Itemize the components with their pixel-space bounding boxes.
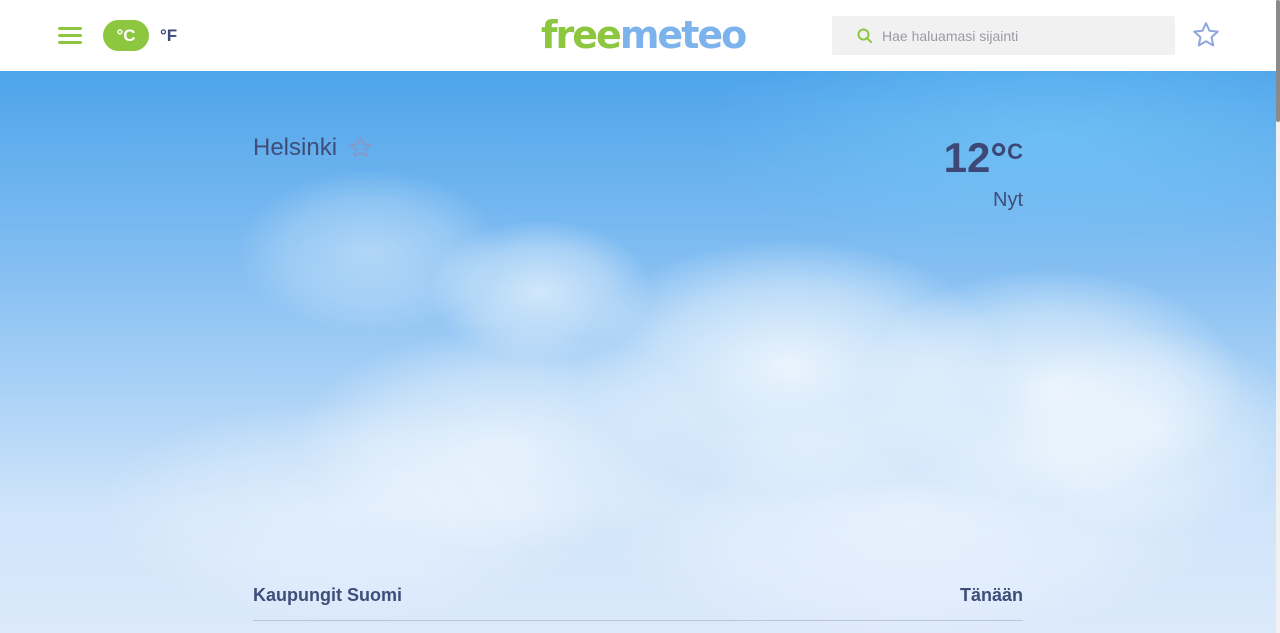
logo-text-free: free [541, 13, 622, 57]
logo-text-meteo: meteo [619, 13, 747, 57]
scrollbar-thumb[interactable] [1276, 0, 1280, 122]
fahrenheit-toggle[interactable]: °F [160, 20, 177, 51]
temperature-time-label: Nyt [993, 189, 1023, 211]
current-weather-hero: Helsinki 12°C Nyt Kaupungit Suomi Tänään [0, 71, 1276, 633]
favorites-star-icon[interactable] [1191, 20, 1221, 50]
temperature-unit: C [1007, 139, 1023, 164]
hamburger-menu-icon[interactable] [58, 26, 82, 44]
search-icon[interactable] [856, 27, 874, 45]
temperature-value: 12° [943, 134, 1008, 181]
section-divider [253, 620, 1023, 621]
page-scrollbar[interactable] [1276, 0, 1280, 633]
search-box [832, 16, 1175, 55]
sky-clouds-background [0, 71, 1276, 633]
current-temperature: 12°C [944, 133, 1023, 183]
city-name: Helsinki [253, 134, 338, 161]
top-header: °C °F freemeteo [0, 0, 1276, 71]
celsius-toggle[interactable]: °C [103, 20, 149, 51]
today-label: Tänään [959, 585, 1023, 605]
search-input[interactable] [882, 16, 1162, 55]
add-favorite-star-icon[interactable] [348, 135, 373, 160]
freemeteo-logo[interactable]: freemeteo [541, 10, 747, 60]
cities-section-title: Kaupungit Suomi [253, 585, 402, 605]
